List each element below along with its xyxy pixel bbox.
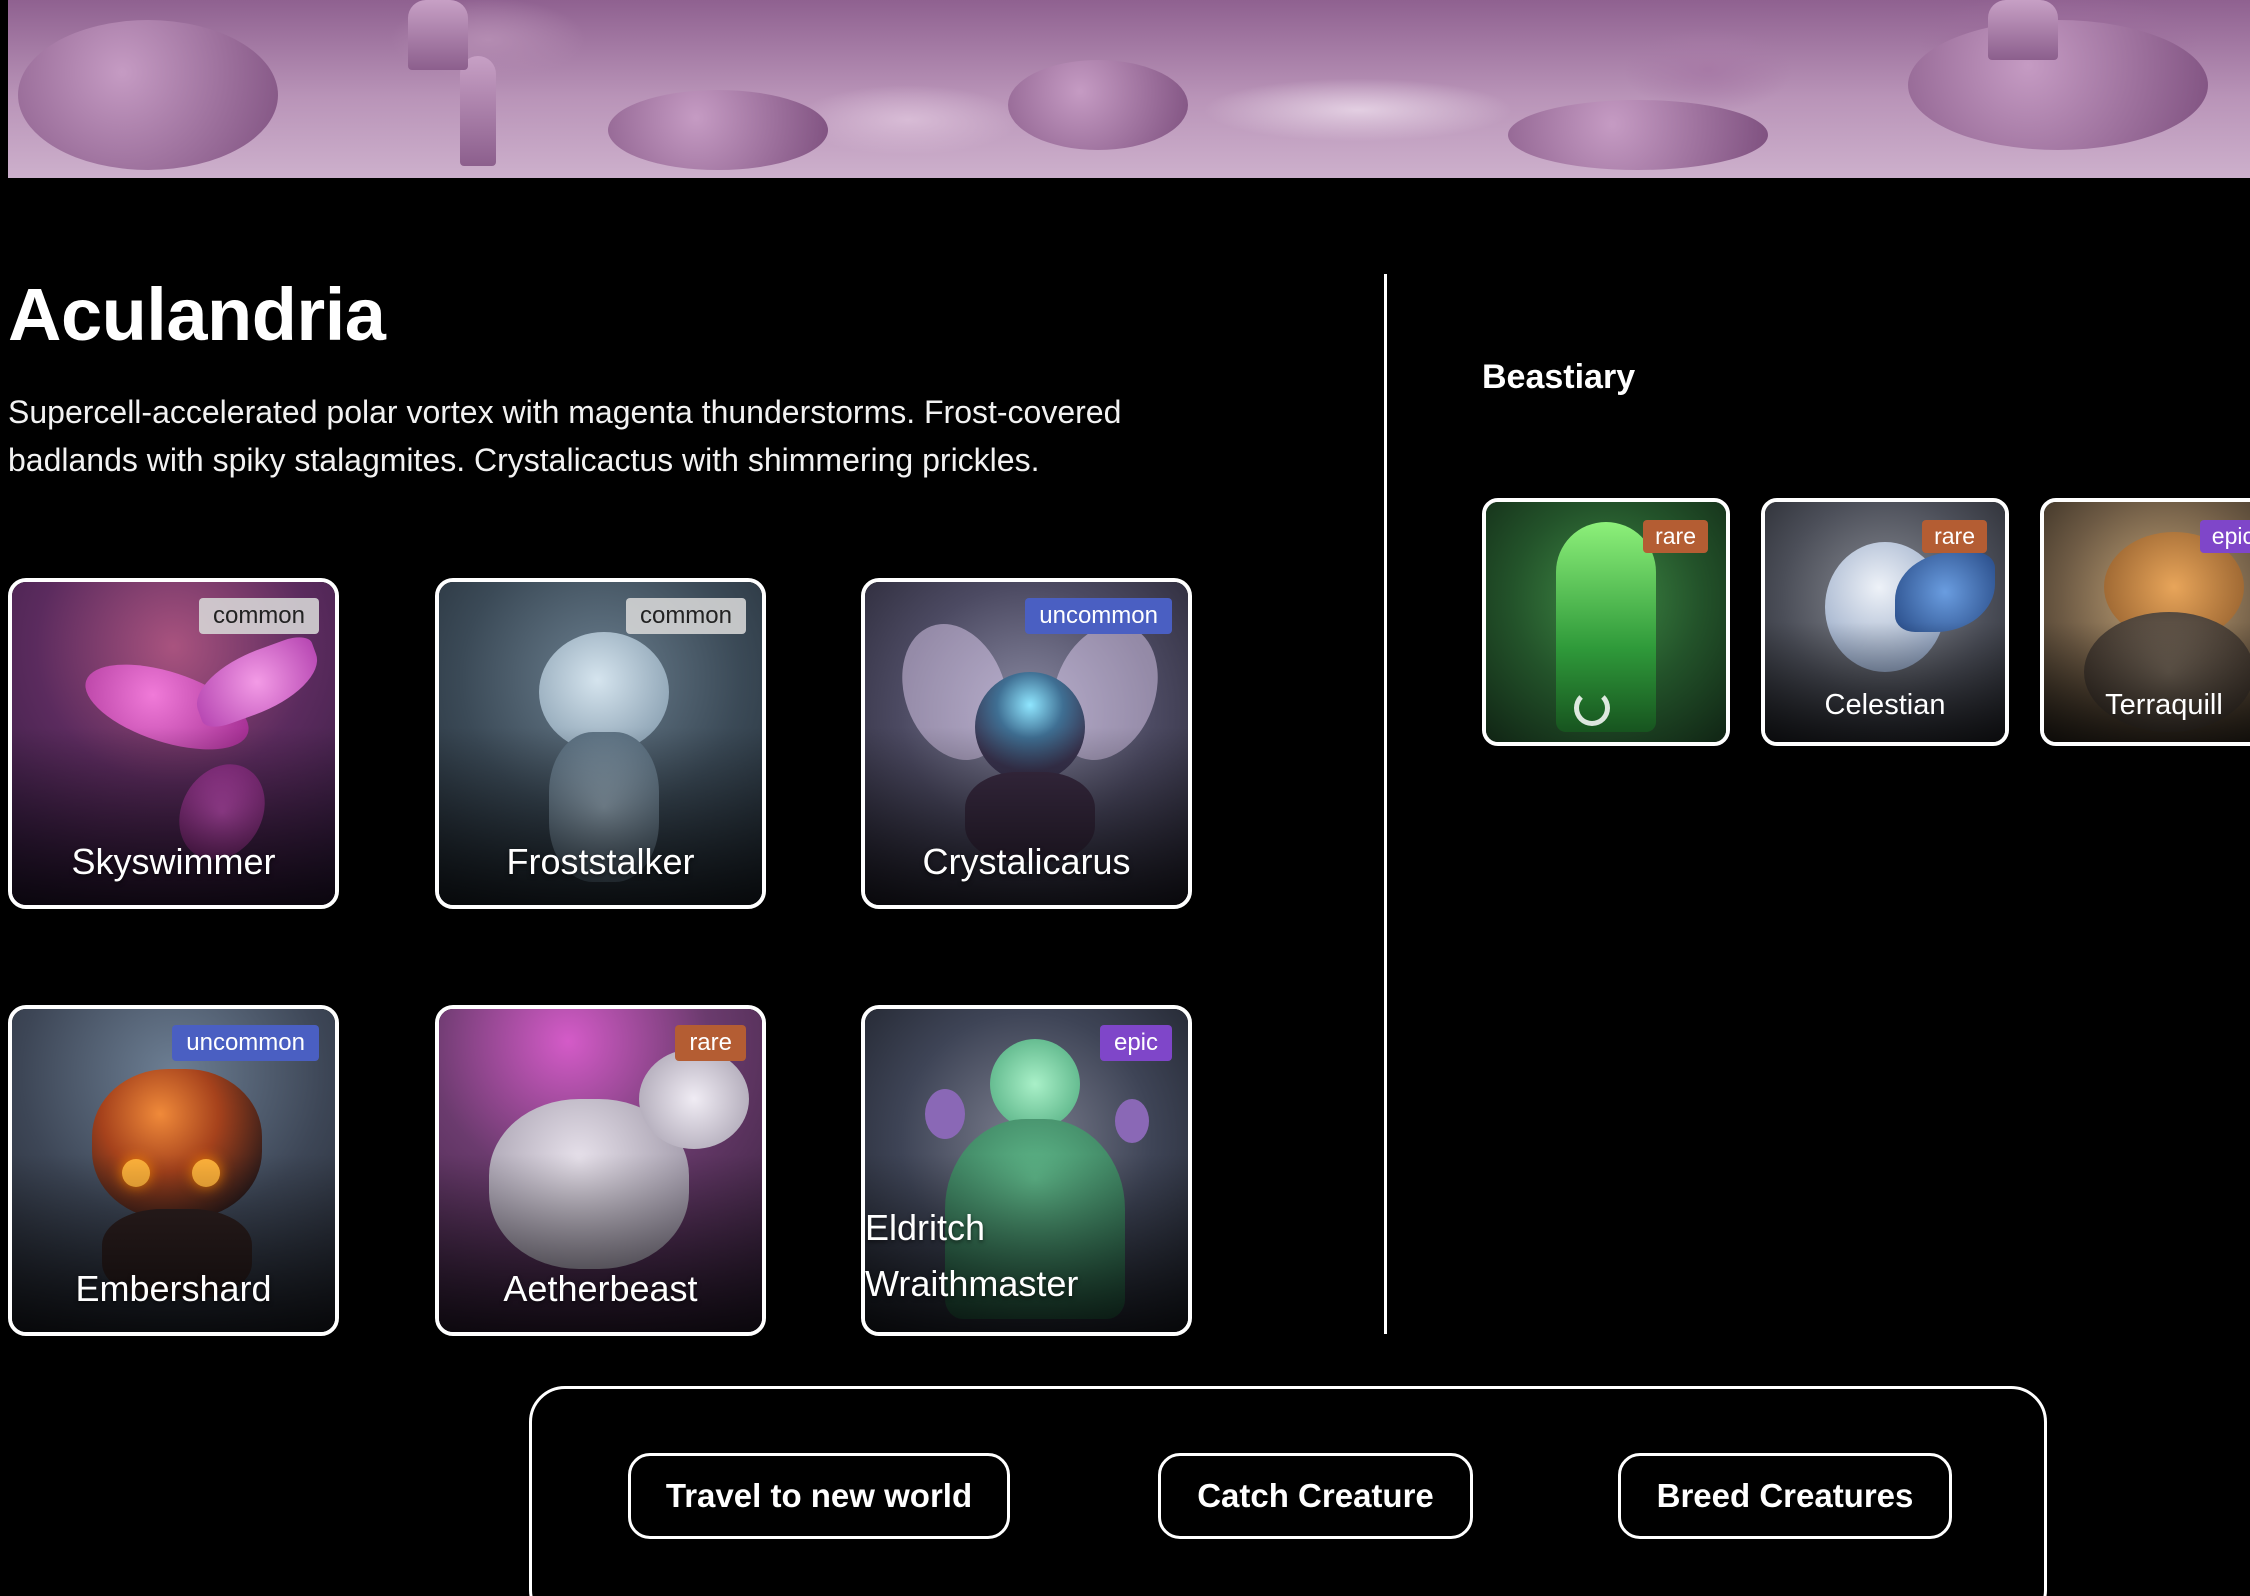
rarity-badge: epic xyxy=(2199,520,2250,553)
action-bar: Travel to new world Catch Creature Breed… xyxy=(529,1386,2047,1596)
creature-name: Celestian xyxy=(1824,689,1946,721)
world-title: Aculandria xyxy=(8,273,386,356)
creature-name: Eldritch Wraithmaster xyxy=(865,1207,1079,1304)
creature-name: Skyswimmer xyxy=(71,841,276,882)
rarity-badge: rare xyxy=(675,1025,746,1061)
creature-card-froststalker[interactable]: common Froststalker xyxy=(435,578,766,909)
creature-card-crystalicarus[interactable]: uncommon Crystalicarus xyxy=(861,578,1192,909)
creature-name: Embershard xyxy=(75,1268,272,1309)
rarity-badge: common xyxy=(198,598,319,634)
creature-name: Aetherbeast xyxy=(503,1268,698,1309)
creature-card-embershard[interactable]: uncommon Embershard xyxy=(8,1005,339,1336)
creature-card-aetherbeast[interactable]: rare Aetherbeast xyxy=(435,1005,766,1336)
beastiary-card-terraquill[interactable]: epic Terraquill xyxy=(2040,498,2250,746)
rarity-badge: common xyxy=(625,598,746,634)
catch-creature-button[interactable]: Catch Creature xyxy=(1158,1453,1473,1539)
beastiary-card-celestian[interactable]: rare Celestian xyxy=(1761,498,2009,746)
rarity-badge: uncommon xyxy=(172,1025,319,1061)
world-banner-image xyxy=(8,0,2250,178)
creature-name: Froststalker xyxy=(506,841,695,882)
breed-creatures-button[interactable]: Breed Creatures xyxy=(1618,1453,1952,1539)
creature-card-eldritch-wraithmaster[interactable]: epic Eldritch Wraithmaster xyxy=(861,1005,1192,1336)
creature-card-skyswimmer[interactable]: common Skyswimmer xyxy=(8,578,339,909)
travel-button[interactable]: Travel to new world xyxy=(628,1453,1010,1539)
rarity-badge: uncommon xyxy=(1025,598,1172,634)
creature-name: Terraquill xyxy=(2105,689,2223,721)
creature-name: Crystalicarus xyxy=(922,841,1131,882)
world-description: Supercell-accelerated polar vortex with … xyxy=(8,394,1122,478)
rarity-badge: rare xyxy=(1922,520,1987,553)
page: Aculandria Supercell-accelerated polar v… xyxy=(0,0,2250,1596)
rarity-badge: epic xyxy=(1099,1025,1172,1061)
rarity-badge: rare xyxy=(1643,520,1708,553)
loading-spinner-icon xyxy=(1574,690,1610,726)
beastiary-title: Beastiary xyxy=(1482,358,1636,396)
column-divider xyxy=(1384,274,1387,1334)
beastiary-card-loading[interactable]: rare xyxy=(1482,498,1730,746)
